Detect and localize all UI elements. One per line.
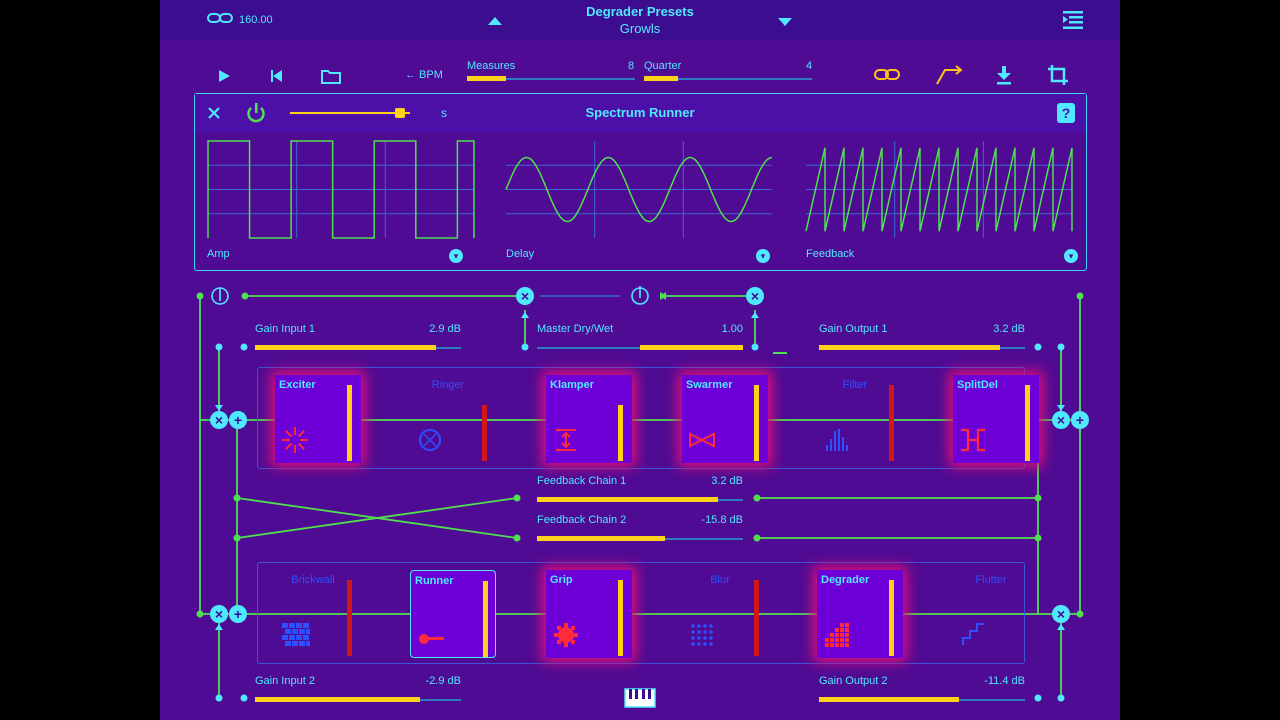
module-degrader[interactable]: Degrader [817,570,903,658]
clamp-icon [551,425,581,460]
app-window: 160.00 Degrader Presets Growls ← BPM Mea… [160,0,1120,720]
module-splitdel[interactable]: SplitDel [953,375,1039,463]
module-label: Blur [710,574,730,586]
split-icon [958,425,988,460]
level-meter[interactable] [1025,385,1030,461]
chain-2-lane [257,562,1025,664]
stairs-icon [958,620,988,655]
dots-icon [687,620,717,655]
level-meter[interactable] [889,580,894,656]
chain-1-lane [257,367,1025,469]
gain-output-2-slider-fill [819,697,960,702]
module-label: Filter [842,379,868,391]
feedback-chain-1-label: Feedback Chain 1 [537,475,627,487]
module-ringer[interactable]: Ringer [410,375,496,463]
level-meter[interactable] [889,385,894,461]
multiply-node-out-2[interactable]: × [1052,605,1070,623]
sum-node-in-1[interactable]: + [229,411,247,429]
module-blur[interactable]: Blur [682,570,768,658]
runner-icon [416,621,446,656]
master-drywet-label: Master Dry/Wet [537,323,614,335]
feedback-chain-1-value: 3.2 dB [711,475,743,487]
level-meter[interactable] [754,385,759,461]
level-meter[interactable] [754,580,759,656]
bricks-icon [280,620,312,655]
gain-output-2-label: Gain Output 2 [819,675,888,687]
feedback-chain-2-value: -15.8 dB [701,514,743,526]
gain-output-1-label: Gain Output 1 [819,323,888,335]
gain-output-1-value: 3.2 dB [993,323,1025,335]
module-label: Grip [550,574,573,586]
module-grip[interactable]: Grip [546,570,632,658]
mix-node-wet[interactable]: × [746,287,764,305]
starburst-icon [280,425,310,460]
module-klamper[interactable]: Klamper [546,375,632,463]
module-swarmer[interactable]: Swarmer [682,375,768,463]
module-label: Klamper [550,379,595,391]
keyboard-icon[interactable] [624,688,656,713]
multiply-node-in-2[interactable]: × [210,605,228,623]
gear-icon [551,620,581,655]
multiply-node-out-1[interactable]: × [1052,411,1070,429]
gain-output-2-value: -11.4 dB [984,675,1025,687]
gain-output-1-slider-fill [819,345,1001,350]
gain-input-2-value: -2.9 dB [425,675,461,687]
gain-input-1-label: Gain Input 1 [255,323,315,335]
module-label: Runner [415,575,454,587]
module-exciter[interactable]: Exciter [275,375,361,463]
ring-icon [415,425,445,460]
level-meter[interactable] [347,580,352,656]
mix-node-dry[interactable]: × [516,287,534,305]
bars-icon [822,425,852,460]
master-drywet-value: 1.00 [721,323,743,335]
input-icon[interactable] [211,287,229,305]
level-meter[interactable] [618,405,623,461]
module-label: Flutter [975,574,1007,586]
level-meter[interactable] [347,385,352,461]
sum-node-in-2[interactable]: + [229,605,247,623]
master-drywet-slider-fill [640,345,743,350]
feedback-chain-2-slider-fill [537,536,665,541]
gain-input-2-label: Gain Input 2 [255,675,315,687]
module-filter[interactable]: Filter [817,375,903,463]
gain-input-2-slider-fill [255,697,420,702]
gain-input-1-slider-fill [255,345,437,350]
module-label: Ringer [431,379,465,391]
level-meter[interactable] [482,405,487,461]
sum-node-out-1[interactable]: + [1071,411,1089,429]
bowtie-icon [687,425,717,460]
output-icon[interactable] [631,286,649,305]
level-meter[interactable] [483,581,488,657]
feedback-chain-1-slider-fill [537,497,719,502]
level-meter[interactable] [618,580,623,656]
module-label: SplitDel [957,379,998,391]
module-label: Brickwall [291,574,335,586]
module-label: Swarmer [686,379,733,391]
link-indicator [773,352,787,354]
gain-input-1-value: 2.9 dB [429,323,461,335]
multiply-node-in-1[interactable]: × [210,411,228,429]
module-flutter[interactable]: Flutter [953,570,1039,658]
module-brickwall[interactable]: Brickwall [275,570,361,658]
feedback-chain-2-label: Feedback Chain 2 [537,514,627,526]
module-label: Degrader [821,574,870,586]
module-runner[interactable]: Runner [410,570,496,658]
pixels-icon [822,620,852,655]
module-label: Exciter [279,379,316,391]
